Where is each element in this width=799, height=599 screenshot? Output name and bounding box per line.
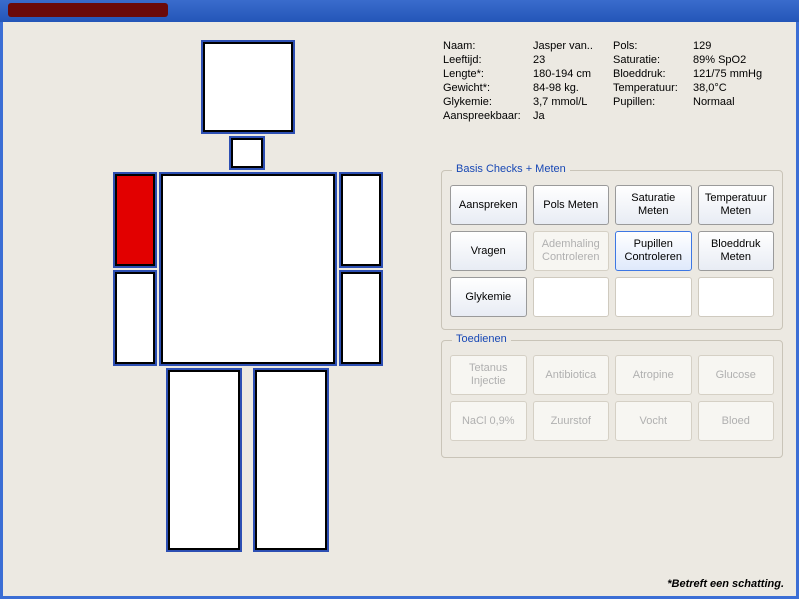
value-naam: Jasper van.. xyxy=(533,40,613,52)
value-pupillen: Normaal xyxy=(693,96,783,108)
label-leeftijd: Leeftijd: xyxy=(443,54,533,66)
btn-tetanus: Tetanus Injectie xyxy=(450,355,527,395)
btn-saturatie-meten[interactable]: Saturatie Meten xyxy=(615,185,692,225)
btn-pols-meten[interactable]: Pols Meten xyxy=(533,185,610,225)
btn-ademhaling-controleren: Ademhaling Controleren xyxy=(533,231,610,271)
title-redacted xyxy=(8,3,168,17)
btn-empty-1 xyxy=(533,277,610,317)
label-pupillen: Pupillen: xyxy=(613,96,693,108)
body-right-leg[interactable] xyxy=(168,370,240,550)
btn-temperatuur-meten[interactable]: Temperatuur Meten xyxy=(698,185,775,225)
group-basis-checks: Basis Checks + Meten Aanspreken Pols Met… xyxy=(441,170,783,330)
label-saturatie: Saturatie: xyxy=(613,54,693,66)
btn-empty-2 xyxy=(615,277,692,317)
value-lengte: 180-194 cm xyxy=(533,68,613,80)
body-left-lower-arm[interactable] xyxy=(341,272,381,364)
value-temperatuur: 38,0°C xyxy=(693,82,783,94)
patient-info: Naam: Jasper van.. Pols: 129 Leeftijd: 2… xyxy=(443,40,783,122)
btn-aanspreken[interactable]: Aanspreken xyxy=(450,185,527,225)
body-head[interactable] xyxy=(203,42,293,132)
body-neck[interactable] xyxy=(231,138,263,168)
window-body: Naam: Jasper van.. Pols: 129 Leeftijd: 2… xyxy=(3,22,796,596)
btn-glykemie[interactable]: Glykemie xyxy=(450,277,527,317)
label-gewicht: Gewicht*: xyxy=(443,82,533,94)
body-torso[interactable] xyxy=(161,174,335,364)
label-aanspreekbaar: Aanspreekbaar: xyxy=(443,110,533,122)
label-glykemie: Glykemie: xyxy=(443,96,533,108)
body-left-leg[interactable] xyxy=(255,370,327,550)
titlebar xyxy=(0,0,799,22)
label-pols: Pols: xyxy=(613,40,693,52)
label-lengte: Lengte*: xyxy=(443,68,533,80)
value-saturatie: 89% SpO2 xyxy=(693,54,783,66)
value-bloeddruk: 121/75 mmHg xyxy=(693,68,783,80)
group-toedienen: Toedienen Tetanus Injectie Antibiotica A… xyxy=(441,340,783,458)
label-naam: Naam: xyxy=(443,40,533,52)
btn-glucose: Glucose xyxy=(698,355,775,395)
btn-empty-3 xyxy=(698,277,775,317)
btn-atropine: Atropine xyxy=(615,355,692,395)
label-bloeddruk: Bloeddruk: xyxy=(613,68,693,80)
btn-zuurstof: Zuurstof xyxy=(533,401,610,441)
group-toedienen-title: Toedienen xyxy=(452,333,511,345)
value-gewicht: 84-98 kg. xyxy=(533,82,613,94)
btn-antibiotica: Antibiotica xyxy=(533,355,610,395)
body-right-upper-arm[interactable] xyxy=(115,174,155,266)
btn-bloed: Bloed xyxy=(698,401,775,441)
group-basis-checks-title: Basis Checks + Meten xyxy=(452,163,570,175)
value-pols: 129 xyxy=(693,40,783,52)
value-aanspreekbaar: Ja xyxy=(533,110,613,122)
btn-vragen[interactable]: Vragen xyxy=(450,231,527,271)
body-left-upper-arm[interactable] xyxy=(341,174,381,266)
body-figure xyxy=(43,42,403,562)
btn-pupillen-controleren[interactable]: Pupillen Controleren xyxy=(615,231,692,271)
footnote: *Betreft een schatting. xyxy=(667,578,784,590)
btn-nacl: NaCl 0,9% xyxy=(450,401,527,441)
btn-bloeddruk-meten[interactable]: Bloeddruk Meten xyxy=(698,231,775,271)
btn-vocht: Vocht xyxy=(615,401,692,441)
value-leeftijd: 23 xyxy=(533,54,613,66)
label-temperatuur: Temperatuur: xyxy=(613,82,693,94)
value-glykemie: 3,7 mmol/L xyxy=(533,96,613,108)
body-right-lower-arm[interactable] xyxy=(115,272,155,364)
